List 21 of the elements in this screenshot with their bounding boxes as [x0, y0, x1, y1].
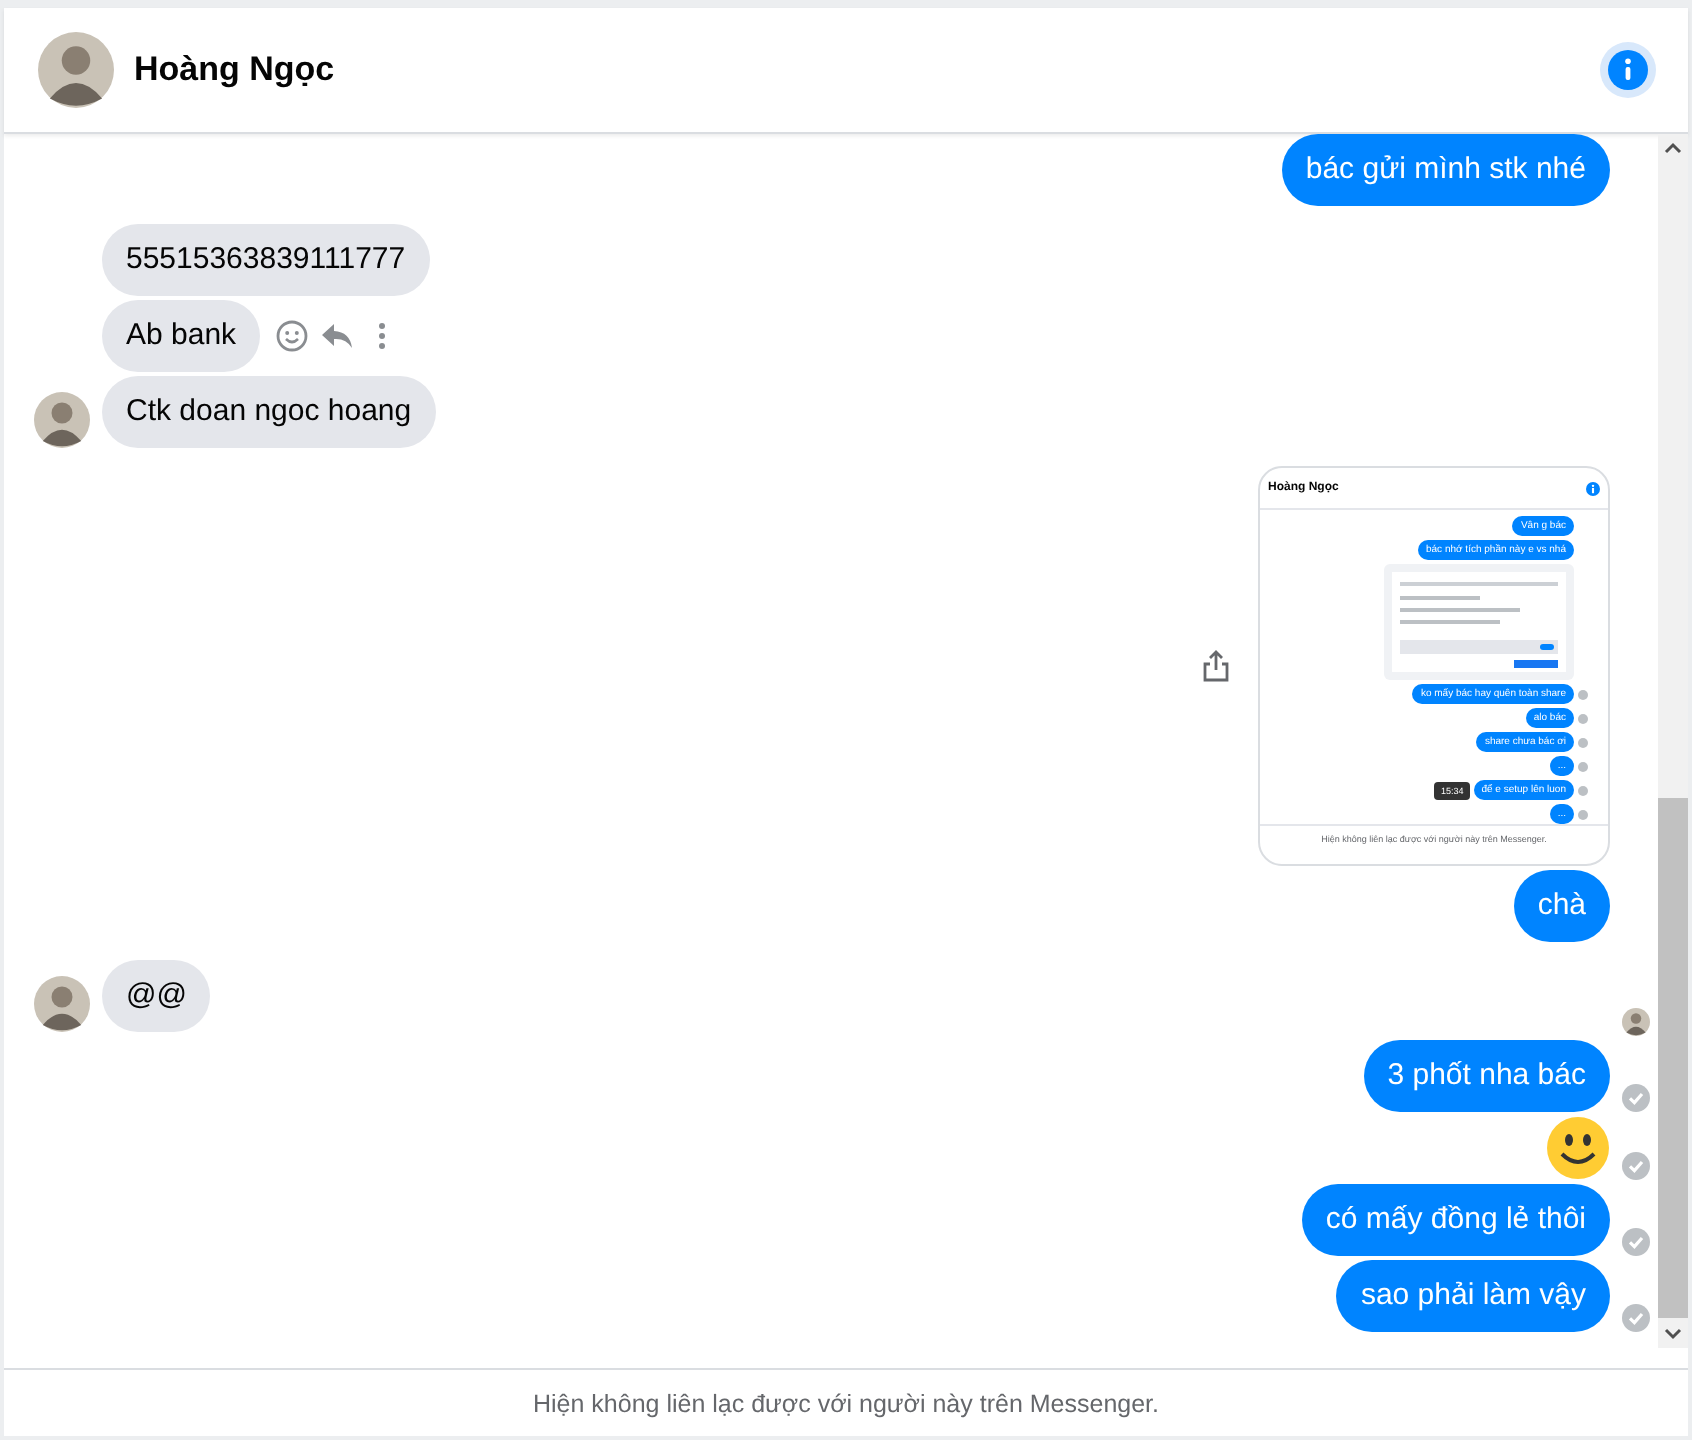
react-icon[interactable] — [276, 320, 309, 352]
info-icon — [1608, 50, 1648, 90]
contact-name: Hoàng Ngọc — [134, 50, 337, 90]
seen-avatar — [1622, 1008, 1650, 1036]
notice-text: Hiện không liên lạc được với người này trên Messenger. — [532, 1389, 1159, 1417]
message-bubble: Ctk doan ngoc hoang — [102, 376, 436, 448]
avatar — [38, 32, 114, 108]
message-bubble: 3 phốt nha bác — [1363, 1040, 1610, 1112]
message-bubble: @@ — [102, 960, 211, 1032]
info-icon — [1586, 481, 1600, 495]
message-bubble: bác gửi mình stk nhé — [1281, 134, 1610, 206]
message-bubble: chà — [1513, 870, 1610, 942]
share-button[interactable] — [1202, 650, 1230, 682]
message-bubble: 55515363839111777 — [102, 224, 430, 296]
message-bubble: Ab bank — [102, 300, 261, 372]
share-icon — [1202, 650, 1230, 682]
message-bubble: sao phải làm vậy — [1336, 1260, 1610, 1332]
message-bubble: có mấy đồng lẻ thôi — [1301, 1184, 1610, 1256]
scrollbar[interactable] — [1658, 134, 1688, 1348]
reply-icon[interactable] — [320, 322, 355, 350]
info-button[interactable] — [1600, 42, 1656, 98]
